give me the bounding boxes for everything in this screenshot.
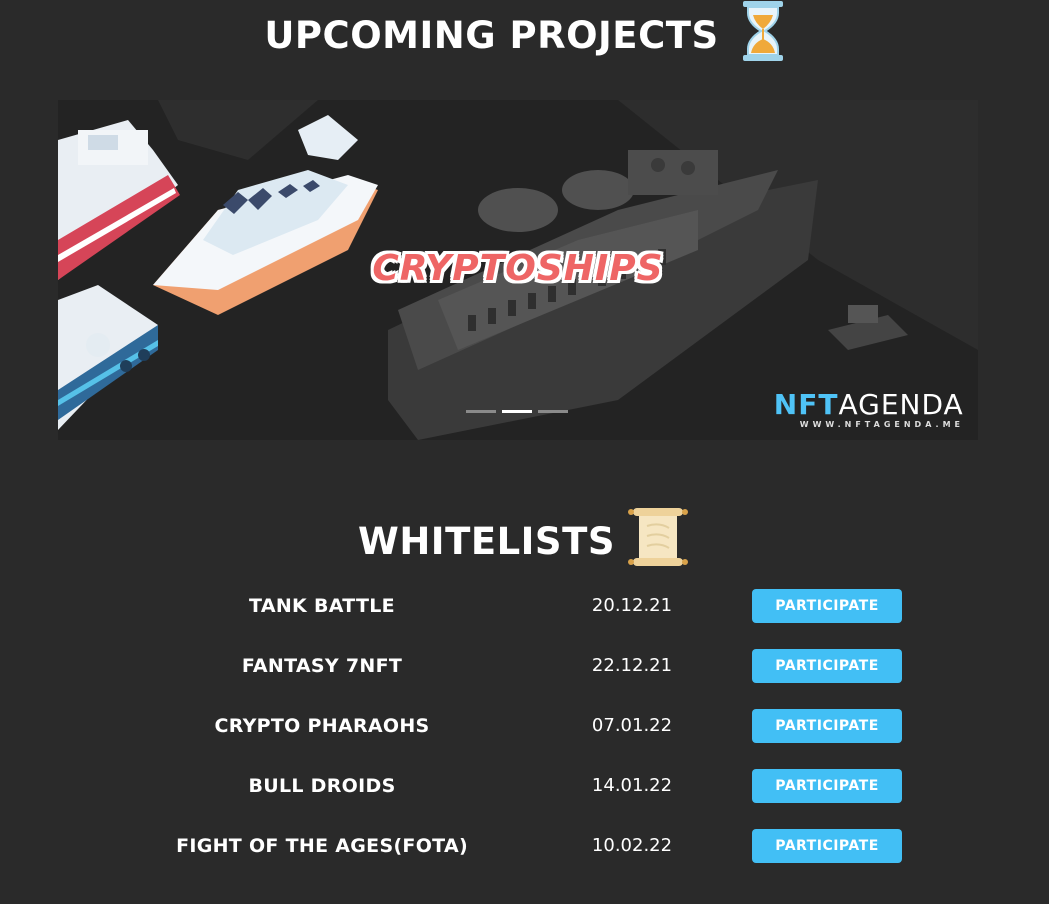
participate-button[interactable]: PARTICIPATE — [752, 649, 902, 683]
hourglass-icon — [741, 0, 785, 72]
project-banner-carousel[interactable]: CRYPTOSHIPS NFTAGENDA WWW.NFTAGENDA.ME — [58, 100, 978, 440]
whitelist-row: TANK BATTLE 20.12.21 PARTICIPATE — [0, 589, 1049, 623]
whitelist-project-name: BULL DROIDS — [248, 775, 396, 797]
whitelist-project-name: FANTASY 7NFT — [241, 655, 403, 677]
whitelist-date: 22.12.21 — [591, 655, 673, 676]
whitelist-row: FANTASY 7NFT 22.12.21 PARTICIPATE — [0, 649, 1049, 683]
upcoming-projects-heading: UPCOMING PROJECTS — [0, 0, 1049, 66]
carousel-dot-3[interactable] — [538, 410, 568, 413]
carousel-dot-2[interactable] — [502, 410, 532, 413]
whitelist-row: BULL DROIDS 14.01.22 PARTICIPATE — [0, 769, 1049, 803]
carousel-dot-1[interactable] — [466, 410, 496, 413]
banner-project-title: CRYPTOSHIPS — [372, 248, 664, 289]
whitelist-date: 07.01.22 — [591, 715, 673, 736]
whitelist-project-name: TANK BATTLE — [249, 595, 395, 617]
whitelist-project-name: FIGHT OF THE AGES(FOTA) — [176, 835, 468, 857]
upcoming-projects-title: UPCOMING PROJECTS — [264, 13, 719, 57]
whitelist-row: CRYPTO PHARAOHS 07.01.22 PARTICIPATE — [0, 709, 1049, 743]
whitelist-date: 10.02.22 — [591, 835, 673, 856]
logo-brand-part-1: NFT — [773, 388, 839, 421]
whitelist-row: FIGHT OF THE AGES(FOTA) 10.02.22 PARTICI… — [0, 829, 1049, 863]
scroll-icon — [625, 504, 691, 579]
whitelists-heading: WHITELISTS — [0, 507, 1049, 572]
carousel-indicators — [466, 410, 568, 413]
whitelist-date: 20.12.21 — [591, 595, 673, 616]
participate-button[interactable]: PARTICIPATE — [752, 769, 902, 803]
nftagenda-logo: NFTAGENDA WWW.NFTAGENDA.ME — [773, 388, 964, 430]
logo-url: WWW.NFTAGENDA.ME — [799, 420, 964, 429]
whitelist-project-name: CRYPTO PHARAOHS — [214, 715, 430, 737]
whitelist-date: 14.01.22 — [591, 775, 673, 796]
participate-button[interactable]: PARTICIPATE — [752, 589, 902, 623]
logo-brand-part-2: AGENDA — [838, 388, 964, 421]
whitelists-title: WHITELISTS — [358, 519, 615, 563]
participate-button[interactable]: PARTICIPATE — [752, 829, 902, 863]
participate-button[interactable]: PARTICIPATE — [752, 709, 902, 743]
